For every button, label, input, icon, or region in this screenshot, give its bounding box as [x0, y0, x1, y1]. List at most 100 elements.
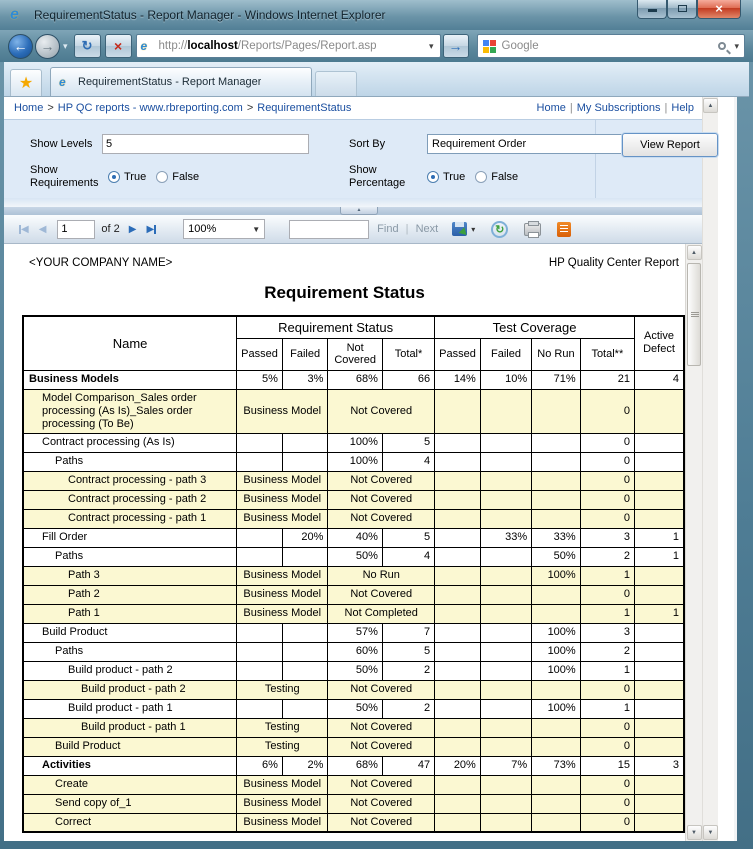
- table-cell: 10%: [479, 369, 533, 390]
- table-cell: 20%: [434, 755, 481, 776]
- table-cell: [633, 774, 685, 795]
- row-name-cell: Create: [22, 774, 238, 795]
- table-cell: [633, 641, 685, 662]
- table-cell: [434, 527, 481, 548]
- report-vertical-scrollbar[interactable]: ▲ ▼: [685, 244, 702, 841]
- table-cell: 1: [579, 565, 635, 586]
- previous-page-button[interactable]: ◀: [39, 224, 47, 235]
- coverage-cell: Not Covered: [327, 470, 436, 491]
- show-requirements-false-radio[interactable]: [156, 171, 169, 183]
- table-cell: [531, 812, 581, 833]
- sort-by-select[interactable]: Requirement Order ▼: [427, 134, 642, 154]
- page-scroll-up-button[interactable]: ▲: [703, 98, 718, 113]
- current-page-input[interactable]: [57, 219, 96, 239]
- refresh-button[interactable]: ↻: [73, 34, 101, 58]
- table-cell: [531, 584, 581, 605]
- show-percentage-true-radio[interactable]: [427, 171, 439, 183]
- page-icon: e: [140, 39, 148, 53]
- coverage-cell: Not Covered: [327, 717, 436, 738]
- table-cell: 2%: [281, 755, 329, 776]
- table-cell: [479, 717, 533, 738]
- link-home[interactable]: Home: [537, 102, 566, 114]
- parameters-splitter[interactable]: ▲: [4, 207, 702, 215]
- back-button[interactable]: ←: [8, 33, 33, 59]
- first-page-button[interactable]: ◀: [19, 224, 29, 235]
- scrollbar-track[interactable]: [686, 261, 703, 824]
- table-cell: 0: [579, 470, 635, 491]
- page-scrollbar-track[interactable]: [702, 114, 719, 824]
- find-link[interactable]: Find: [377, 223, 398, 235]
- link-help[interactable]: Help: [671, 102, 694, 114]
- favorites-button[interactable]: ★: [10, 69, 42, 96]
- report-builder-button[interactable]: [557, 221, 572, 237]
- show-requirements-true-radio[interactable]: [108, 171, 120, 183]
- export-button[interactable]: ▾: [452, 222, 475, 236]
- thumb-grip-icon: [690, 312, 699, 318]
- page-vertical-scrollbar[interactable]: ▲ ▼: [702, 97, 718, 841]
- forward-button[interactable]: →: [35, 33, 60, 59]
- breadcrumb-folder[interactable]: HP QC reports - www.rbreporting.com: [58, 102, 243, 114]
- col-header-name: Name: [22, 315, 238, 371]
- col-header-passed: Passed: [236, 337, 283, 371]
- recent-pages-dropdown[interactable]: ▾: [63, 41, 68, 52]
- req-type-cell: Business Model: [236, 603, 329, 624]
- search-icon[interactable]: [718, 42, 727, 50]
- breadcrumb-current[interactable]: RequirementStatus: [257, 102, 351, 114]
- table-cell: [531, 470, 581, 491]
- zoom-select[interactable]: 100% ▼: [183, 219, 266, 239]
- print-button[interactable]: [524, 220, 542, 238]
- maximize-button[interactable]: [667, 0, 697, 19]
- refresh-report-button[interactable]: ↻: [491, 220, 509, 238]
- report-page: <YOUR COMPANY NAME> HP Quality Center Re…: [4, 244, 685, 841]
- show-percentage-false-radio[interactable]: [475, 171, 488, 183]
- scrollbar-thumb[interactable]: [686, 263, 701, 366]
- sort-by-value: Requirement Order: [432, 138, 527, 150]
- table-cell: 1: [633, 603, 685, 624]
- scroll-down-button[interactable]: ▼: [686, 825, 702, 840]
- tab-requirement-status[interactable]: e RequirementStatus - Report Manager: [50, 67, 312, 96]
- req-type-cell: Business Model: [236, 774, 329, 795]
- table-cell: 1: [579, 603, 635, 624]
- table-cell: 0: [579, 489, 635, 510]
- coverage-cell: Not Covered: [327, 812, 436, 833]
- search-input[interactable]: Google: [502, 40, 719, 52]
- table-row: Path 3 Business Model No Run 100% 1: [22, 565, 685, 586]
- table-cell: 100%: [531, 565, 581, 586]
- search-box[interactable]: Google ▾: [476, 34, 745, 58]
- table-cell: [281, 698, 329, 719]
- address-dropdown-icon[interactable]: ▾: [427, 41, 436, 52]
- table-cell: 50%: [327, 546, 383, 567]
- minimize-icon: [647, 9, 657, 12]
- row-name-cell: Send copy of_1: [22, 793, 238, 814]
- stop-button[interactable]: ×: [104, 34, 132, 58]
- table-row: Contract processing - path 3 Business Mod…: [22, 470, 685, 491]
- link-my-subscriptions[interactable]: My Subscriptions: [577, 102, 661, 114]
- row-name-cell: Path 2: [22, 584, 238, 605]
- go-button[interactable]: →: [442, 34, 469, 58]
- col-header-tc-failed: Failed: [479, 337, 533, 371]
- table-row: Create Business Model Not Covered 0: [22, 774, 685, 795]
- link-separator: |: [569, 102, 573, 114]
- tab-label: RequirementStatus - Report Manager: [78, 76, 262, 88]
- coverage-cell: Not Completed: [327, 603, 436, 624]
- report-viewer-toolbar: ◀ ◀ of 2 ▶ ▶ 100% ▼ Find | Next ▾: [4, 215, 702, 244]
- table-cell: [479, 470, 533, 491]
- show-levels-input[interactable]: [102, 134, 309, 154]
- breadcrumb-home[interactable]: Home: [14, 102, 43, 114]
- address-bar[interactable]: e http://localhost/Reports/Pages/Report.…: [135, 34, 441, 58]
- col-group-requirement-status: Requirement Status: [236, 315, 436, 339]
- search-dropdown-icon[interactable]: ▾: [734, 41, 739, 52]
- table-cell: 6%: [236, 755, 283, 776]
- next-page-button[interactable]: ▶: [129, 224, 137, 235]
- close-button[interactable]: ×: [697, 0, 741, 19]
- table-cell: [633, 660, 685, 681]
- page-scroll-down-button[interactable]: ▼: [703, 825, 718, 840]
- table-cell: [531, 717, 581, 738]
- find-next-link[interactable]: Next: [416, 223, 439, 235]
- new-tab-button[interactable]: [315, 71, 357, 96]
- collapse-parameters-handle[interactable]: ▲: [340, 207, 378, 215]
- minimize-button[interactable]: [637, 0, 667, 19]
- scroll-up-button[interactable]: ▲: [686, 245, 702, 260]
- find-text-input[interactable]: [289, 219, 370, 239]
- last-page-button[interactable]: ▶: [146, 224, 157, 235]
